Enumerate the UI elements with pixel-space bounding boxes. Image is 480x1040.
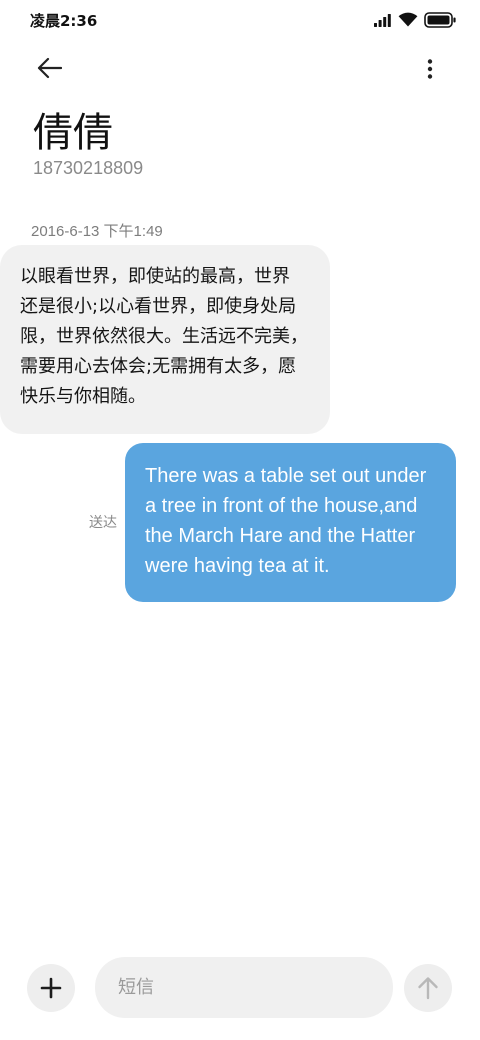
add-attachment-button[interactable] (27, 964, 75, 1012)
send-arrow-up-icon (418, 977, 438, 1000)
message-input[interactable] (95, 957, 393, 1018)
back-button[interactable] (34, 55, 64, 81)
message-line: There was a table set out under (145, 465, 427, 487)
back-arrow-icon (37, 57, 62, 79)
status-time: 凌晨2:36 (30, 12, 98, 30)
message-line: 以眼看世界，即使站的最高，世界 (20, 266, 290, 287)
plus-icon (40, 977, 62, 999)
wifi-icon (398, 12, 418, 27)
more-vertical-icon (427, 59, 433, 79)
battery-icon (424, 12, 456, 28)
contact-number: 18730218809 (33, 158, 144, 178)
sent-message-bubble[interactable]: There was a table set out under a tree i… (125, 443, 456, 602)
signal-icon (374, 14, 391, 27)
more-options-button[interactable] (420, 56, 440, 82)
received-message-bubble[interactable]: 以眼看世界，即使站的最高，世界 还是很小;以心看世界，即使身处局 限，世界依然很… (0, 245, 330, 434)
message-line: 限，世界依然很大。生活远不完美， (20, 326, 308, 347)
message-line: the March Hare and the Hatter (145, 525, 416, 547)
message-line: 需要用心去体会;无需拥有太多，愿 (20, 356, 297, 377)
contact-name: 倩倩 (33, 110, 113, 156)
message-timestamp: 2016-6-13 下午1:49 (31, 223, 163, 240)
message-line: 还是很小;以心看世界，即使身处局 (20, 296, 297, 317)
send-button[interactable] (404, 964, 452, 1012)
message-line: a tree in front of the house,and (145, 495, 418, 517)
message-line: were having tea at it. (145, 555, 330, 577)
delivery-status: 送达 (89, 515, 117, 531)
message-line: 快乐与你相随。 (20, 386, 146, 407)
